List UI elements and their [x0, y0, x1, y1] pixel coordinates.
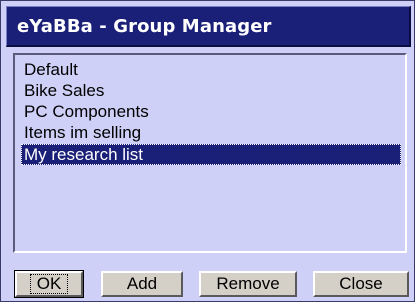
list-item-bike-sales[interactable]: Bike Sales	[21, 80, 401, 101]
ok-button[interactable]: OK	[14, 270, 84, 298]
remove-button[interactable]: Remove	[199, 271, 297, 297]
list-item-items-im-selling[interactable]: Items im selling	[21, 122, 401, 143]
title-bar[interactable]: eYaBBa - Group Manager	[6, 6, 411, 47]
window-title: eYaBBa - Group Manager	[17, 16, 272, 37]
ok-button-label: OK	[29, 274, 69, 294]
list-item-pc-components[interactable]: PC Components	[21, 101, 401, 122]
list-item-my-research-list[interactable]: My research list	[21, 144, 401, 165]
add-button[interactable]: Add	[101, 271, 183, 297]
group-list[interactable]: Default Bike Sales PC Components Items i…	[13, 53, 407, 253]
button-row: OK Add Remove Close	[1, 270, 415, 299]
close-button[interactable]: Close	[313, 271, 409, 297]
list-item-default[interactable]: Default	[21, 59, 401, 80]
group-manager-window: eYaBBa - Group Manager Default Bike Sale…	[0, 0, 415, 302]
